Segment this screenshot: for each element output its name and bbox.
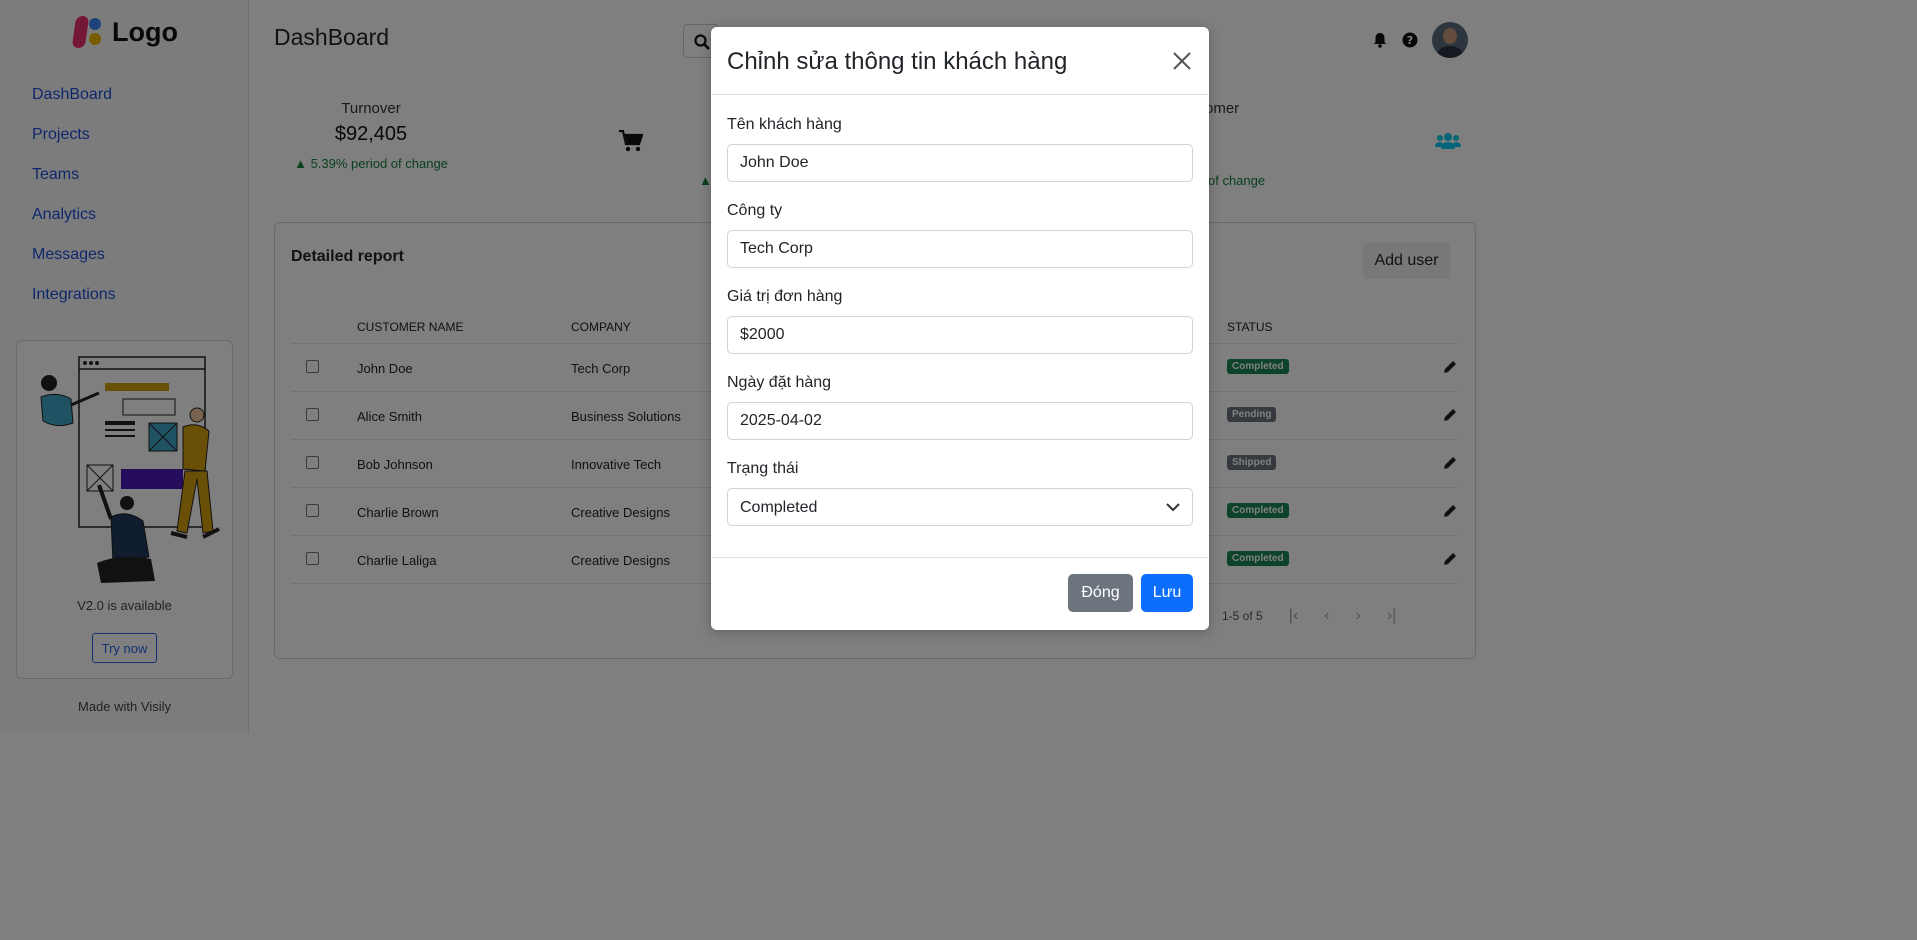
order-date-input[interactable] (727, 402, 1193, 440)
status-select-value: Completed (740, 499, 818, 516)
chevron-down-icon (1166, 503, 1180, 512)
save-button[interactable]: Lưu (1141, 574, 1193, 612)
customer-name-input[interactable] (727, 144, 1193, 182)
modal-header: Chỉnh sửa thông tin khách hàng (711, 27, 1209, 95)
status-select[interactable]: Completed (727, 488, 1193, 526)
order-value-label: Giá trị đơn hàng (727, 288, 843, 305)
close-icon[interactable] (1172, 51, 1192, 71)
company-input[interactable] (727, 230, 1193, 268)
status-label: Trạng thái (727, 460, 799, 477)
order-date-label: Ngày đặt hàng (727, 374, 832, 391)
customer-name-label: Tên khách hàng (727, 116, 842, 133)
modal-title: Chỉnh sửa thông tin khách hàng (727, 48, 1068, 75)
modal-footer: Đóng Lưu (711, 557, 1209, 630)
edit-customer-modal: Chỉnh sửa thông tin khách hàng Tên khách… (711, 27, 1209, 630)
close-button[interactable]: Đóng (1068, 574, 1133, 612)
company-label: Công ty (727, 202, 783, 219)
order-value-input[interactable] (727, 316, 1193, 354)
